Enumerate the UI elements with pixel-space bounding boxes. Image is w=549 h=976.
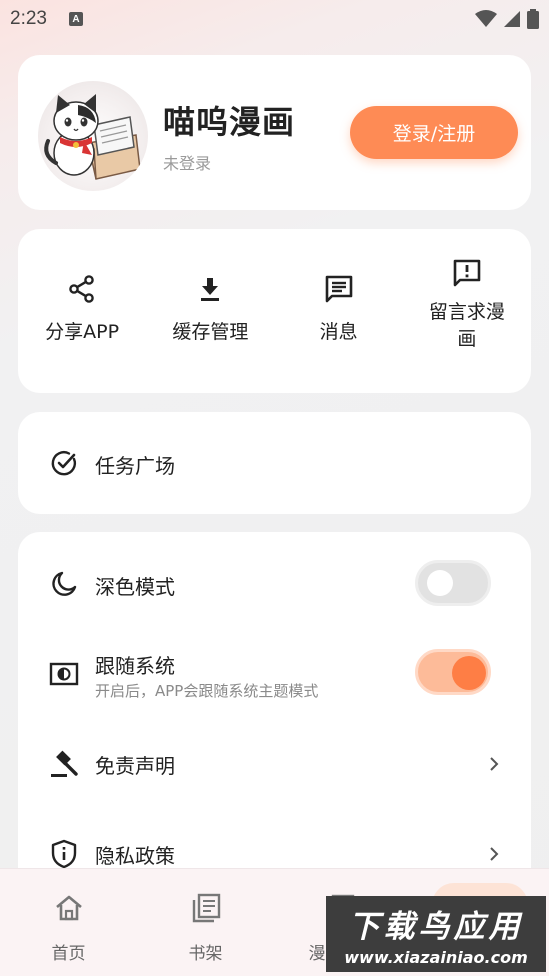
check-circle-icon: [48, 447, 80, 479]
cache-management-label: 缓存管理: [172, 321, 249, 343]
nav-bookshelf[interactable]: 书架: [137, 869, 274, 976]
task-square-label: 任务广场: [95, 454, 175, 478]
dark-mode-label: 深色模式: [95, 575, 175, 599]
messages-button[interactable]: 消息: [275, 229, 403, 393]
request-comic-button[interactable]: 留言求漫画: [403, 229, 531, 393]
nav-bookshelf-label: 书架: [188, 944, 223, 964]
settings-card: 深色模式 跟随系统 开启后，APP会跟随系统主题模式 免责声明 隐私政策: [18, 532, 531, 892]
chevron-right-icon: [490, 757, 499, 771]
avatar[interactable]: [38, 81, 148, 191]
home-icon: [54, 891, 84, 925]
follow-system-row: 跟随系统 开启后，APP会跟随系统主题模式: [18, 644, 531, 706]
request-comic-label: 留言求漫画: [428, 301, 505, 350]
signal-icon: [504, 11, 520, 27]
gavel-icon: [48, 748, 80, 780]
share-icon: [67, 271, 97, 307]
login-register-button[interactable]: 登录/注册: [350, 106, 518, 159]
quick-actions-card: 分享APP 缓存管理 消息 留言求漫画: [18, 229, 531, 393]
follow-system-label: 跟随系统: [95, 654, 175, 678]
login-status: 未登录: [163, 154, 212, 173]
cat-mascot-icon: [44, 94, 141, 180]
watermark-main-text: 下载鸟应用: [348, 909, 524, 945]
toggle-knob: [452, 656, 486, 690]
message-icon: [323, 271, 355, 307]
download-icon: [195, 271, 225, 307]
privacy-label: 隐私政策: [95, 844, 175, 868]
status-icons: [475, 9, 539, 29]
watermark: 下载鸟应用 www.xiazainiao.com: [326, 896, 546, 972]
share-app-button[interactable]: 分享APP: [18, 229, 146, 393]
wifi-icon: [475, 10, 497, 27]
messages-label: 消息: [319, 321, 358, 343]
bookshelf-icon: [190, 891, 222, 925]
feedback-icon: [451, 255, 483, 291]
disclaimer-row[interactable]: 免责声明: [18, 736, 531, 792]
theme-icon: [48, 658, 80, 690]
dark-mode-toggle[interactable]: [415, 560, 491, 606]
notification-badge: A: [68, 12, 83, 26]
follow-system-toggle[interactable]: [415, 649, 491, 695]
dark-mode-row: 深色模式: [18, 552, 531, 614]
watermark-url: www.xiazainiao.com: [344, 948, 528, 967]
profile-card: 喵呜漫画 未登录 登录/注册: [18, 55, 531, 210]
battery-icon: [527, 9, 539, 29]
share-app-label: 分享APP: [45, 321, 120, 343]
moon-icon: [48, 568, 80, 600]
status-time: 2:23: [10, 8, 47, 29]
shield-info-icon: [48, 838, 80, 870]
follow-system-subtitle: 开启后，APP会跟随系统主题模式: [95, 682, 319, 700]
tasks-card: 任务广场: [18, 412, 531, 514]
chevron-right-icon: [490, 847, 499, 861]
status-bar: 2:23 A: [0, 0, 549, 38]
cache-management-button[interactable]: 缓存管理: [146, 229, 274, 393]
nav-home[interactable]: 首页: [0, 869, 137, 976]
app-name: 喵呜漫画: [163, 103, 296, 141]
toggle-knob: [427, 570, 453, 596]
disclaimer-label: 免责声明: [95, 754, 175, 778]
nav-home-label: 首页: [51, 944, 86, 964]
task-square-row[interactable]: 任务广场: [18, 412, 531, 514]
